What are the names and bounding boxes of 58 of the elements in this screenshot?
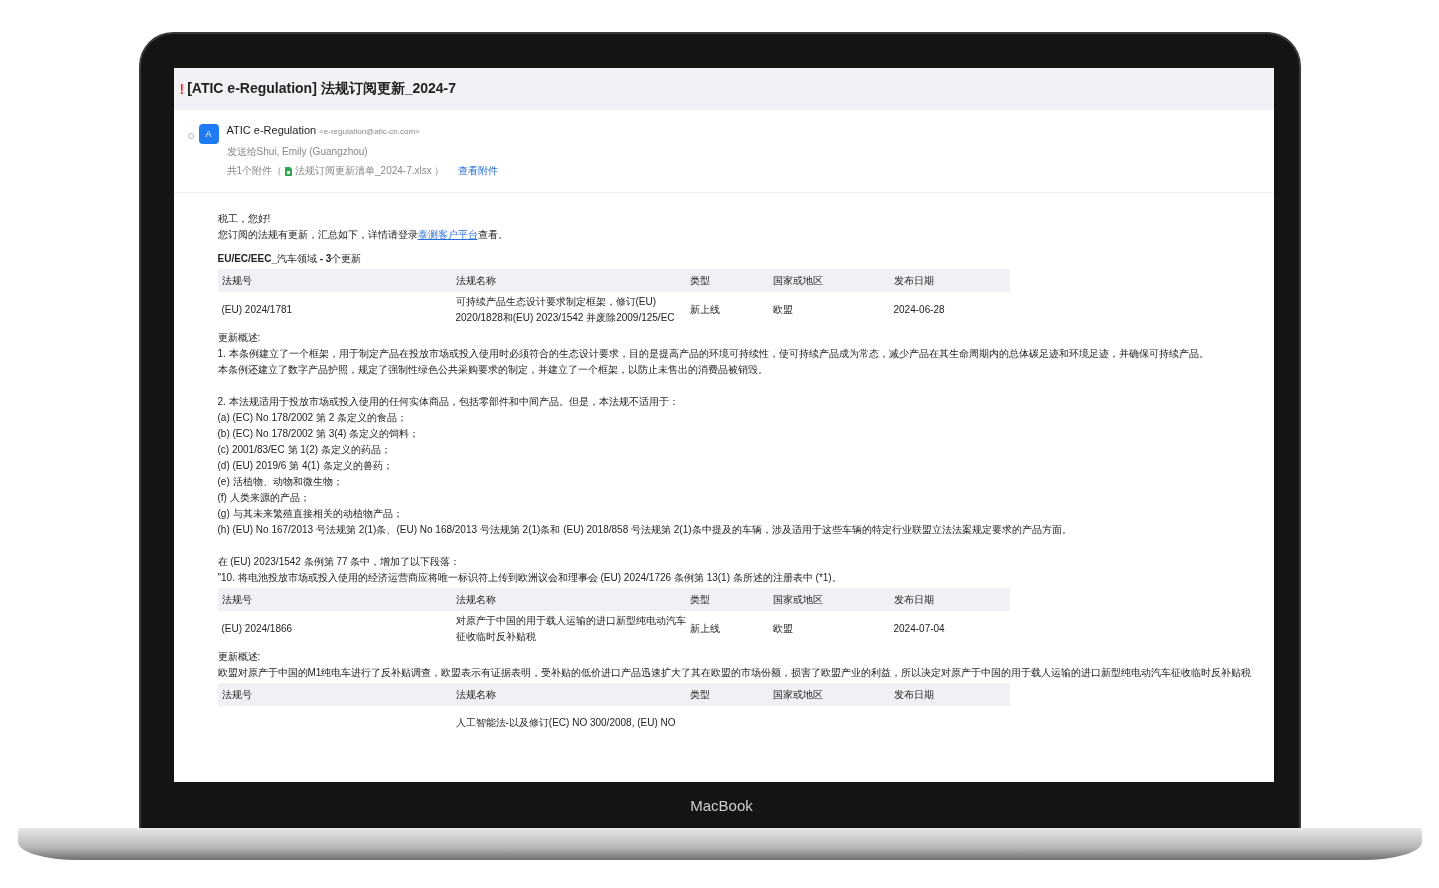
table-cell: 新上线 [689, 623, 720, 634]
summary-label: 更新概述: [217, 331, 262, 345]
table-cell: 人工智能法-以及修订(EC) NO 300/2008, (EU) NO [455, 717, 676, 728]
table-cell: 2024-07-04 [893, 623, 945, 634]
attachment-count: 共1个附件（ [226, 164, 283, 178]
summary-line: (b) (EC) No 178/2002 第 3(4) 条定义的饲料； [217, 427, 421, 441]
table-cell: 可持续产品生态设计要求制定框架，修订(EU) 2020/1828和(EU) 2023/1542 并废除2009/125/EC [455, 296, 675, 323]
intro-text: 您订阅的法规有更新，汇总如下，详情请登录泰测客户平台查看。 [217, 228, 509, 242]
column-header: 法规号 [220, 273, 253, 288]
column-header: 国家或地区 [771, 687, 824, 702]
attachment-file[interactable]: 法规订阅更新清单_2024-7.xlsx [295, 164, 432, 178]
view-attachment-link[interactable]: 查看附件 [457, 164, 498, 178]
laptop-label: MacBook [690, 796, 753, 814]
summary-line: "10. 将电池投放市场或投入使用的经济运营商应将唯一标识符上传到欧洲议会和理事会 (EU) 2024/1726 条例第 13(1) 条所述的注册表中 (*1)。 [217, 571, 843, 585]
column-header: 类型 [688, 273, 711, 288]
table-cell: 对原产于中国的用于载人运输的进口新型纯电动汽车征收临时反补贴税 [455, 615, 686, 642]
summary-line: (c) 2001/83/EC 第 1(2) 条定义的药品； [217, 443, 392, 457]
column-header: 发布日期 [892, 273, 935, 288]
column-header: 国家或地区 [771, 273, 824, 288]
summary-line: (f) 人类来源的产品； [217, 491, 311, 505]
summary-line: 在 (EU) 2023/1542 条例第 77 条中，增加了以下段落： [217, 555, 462, 569]
summary-line: 欧盟对原产于中国的M1纯电车进行了反补贴调查，欧盟表示有证据表明，受补贴的低价进口产品迅速扩大了其在欧盟的市场份额，损害了欧盟产业的利益，所以决定对原产于中国的用于载人运输的进口新型纯电动汽车征收临时反补贴税 [217, 666, 1253, 680]
sender-name: ATIC e-Regulation [226, 124, 317, 136]
column-header: 法规名称 [454, 687, 497, 702]
platform-link[interactable]: 泰测客户平台 [417, 229, 478, 240]
column-header: 类型 [688, 687, 711, 702]
spreadsheet-file-icon [285, 166, 293, 176]
summary-line: 2. 本法规适用于投放市场或投入使用的任何实体商品，包括零部件和中间产品。但是，本法规不适用于： [217, 395, 680, 409]
summary-line: (g) 与其未来繁殖直接相关的动植物产品； [217, 507, 404, 521]
greeting: 税工，您好! [217, 212, 272, 226]
column-header: 发布日期 [892, 687, 935, 702]
attachment-end: ） [433, 164, 444, 178]
recipients: 发送给Shui, Emily (Guangzhou) [226, 145, 369, 159]
table-cell: 新上线 [689, 304, 720, 315]
section-title: EU/EC/EEC_汽车领域 - 3个更新 [217, 252, 363, 266]
column-header: 类型 [688, 592, 711, 607]
column-header: 法规号 [220, 592, 253, 607]
summary-line: 1. 本条例建立了一个框架，用于制定产品在投放市场或投入使用时必须符合的生态设计要求，目的是提高产品的环境可持续性，使可持续产品成为常态，减少产品在其生命周期内的总体碳足迹和环境足迹，并确保可持续产品。 [217, 347, 1210, 361]
sender-address: <e-regulation@atic-cn.com> [319, 127, 420, 136]
email-subject: [ATIC e-Regulation] 法规订阅更新_2024-7 [187, 80, 457, 98]
table-cell: 欧盟 [772, 623, 793, 634]
table-cell: 2024-06-28 [893, 304, 945, 315]
column-header: 发布日期 [892, 592, 935, 607]
table-cell: (EU) 2024/1866 [221, 623, 293, 634]
summary-line: (d) (EU) 2019/6 第 4(1) 条定义的兽药； [217, 459, 394, 473]
importance-mark: ! [179, 81, 185, 97]
table-cell: 欧盟 [772, 304, 793, 315]
column-header: 国家或地区 [771, 592, 824, 607]
column-header: 法规名称 [454, 592, 497, 607]
summary-line: 本条例还建立了数字产品护照，规定了强制性绿色公共采购要求的制定，并建立了一个框架，以防止未售出的消费品被销毁。 [217, 363, 769, 377]
sender-avatar: A [198, 124, 219, 144]
column-header: 法规名称 [454, 273, 497, 288]
column-header: 法规号 [220, 687, 253, 702]
summary-line: (a) (EC) No 178/2002 第 2 条定义的食品； [217, 411, 408, 425]
table-cell: (EU) 2024/1781 [221, 304, 293, 315]
summary-line: (e) 活植物、动物和微生物； [217, 475, 344, 489]
summary-line: (h) (EU) No 167/2013 号法规第 2(1)条、(EU) No 168/2013 号法规第 2(1)条和 (EU) 2018/858 号法规第 2(1)条中提及的车辆，涉及适用于这些车辆的特定行业联盟立法法案规定要求的产品方面。 [217, 523, 1073, 537]
summary-label: 更新概述: [217, 650, 262, 664]
